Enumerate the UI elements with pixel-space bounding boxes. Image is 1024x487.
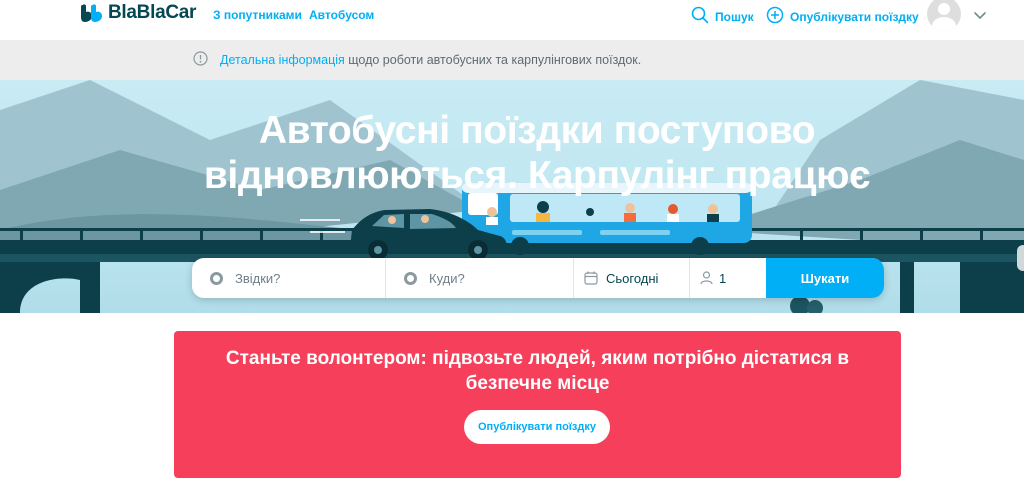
- search-icon: [691, 6, 709, 27]
- date-field[interactable]: Сьогодні: [574, 258, 690, 298]
- nav-link-carpool[interactable]: З попутниками: [213, 8, 302, 22]
- info-icon: [193, 51, 208, 69]
- ride-search-bar: Звідки? Куди? Сьогодні 1 Шукати: [192, 258, 884, 298]
- search-button[interactable]: Шукати: [766, 258, 884, 298]
- location-dot-icon: [210, 271, 223, 285]
- date-value: Сьогодні: [606, 270, 659, 286]
- volunteer-promo-card: Станьте волонтером: підвозьте людей, яки…: [174, 331, 901, 478]
- hero-title-line-2: відновлюються. Карпулінг працює: [203, 154, 871, 197]
- from-placeholder: Звідки?: [235, 270, 281, 286]
- info-text: Детальна інформація щодо роботи автобусн…: [220, 53, 641, 67]
- calendar-icon: [584, 271, 598, 285]
- logo-text: BlaBlaCar: [108, 2, 197, 23]
- info-banner: Детальна інформація щодо роботи автобусн…: [0, 40, 1024, 80]
- hero-title-line-1: Автобусні поїздки поступово: [258, 109, 816, 152]
- publish-ride-label: Опублікувати поїздку: [790, 9, 919, 24]
- to-placeholder: Куди?: [429, 270, 465, 286]
- passengers-field[interactable]: 1: [690, 258, 766, 298]
- logo-icon: [80, 3, 104, 23]
- logo[interactable]: BlaBlaCar: [80, 2, 196, 24]
- hero-title: Автобусні поїздки поступово відновлюютьс…: [0, 108, 1024, 198]
- search-link-label: Пошук: [715, 9, 754, 24]
- plus-circle-icon: [766, 6, 784, 27]
- to-field[interactable]: Куди?: [386, 258, 574, 298]
- avatar-icon[interactable]: [927, 0, 961, 31]
- from-field[interactable]: Звідки?: [192, 258, 386, 298]
- passengers-value: 1: [719, 270, 727, 286]
- publish-ride-link[interactable]: Опублікувати поїздку: [766, 6, 919, 27]
- search-link[interactable]: Пошук: [691, 6, 754, 27]
- chevron-down-icon[interactable]: [974, 8, 986, 26]
- nav-link-bus[interactable]: Автобусом: [309, 8, 374, 22]
- promo-title: Станьте волонтером: підвозьте людей, яки…: [225, 348, 850, 394]
- info-details-link[interactable]: Детальна інформація: [220, 53, 345, 67]
- publish-ride-button[interactable]: Опублікувати поїздку: [464, 410, 610, 444]
- top-navbar: BlaBlaCar З попутниками Автобусом Пошук …: [0, 0, 1024, 40]
- location-dot-icon: [404, 271, 417, 285]
- person-icon: [700, 271, 713, 285]
- info-rest-text: щодо роботи автобусних та карпулінгових …: [344, 53, 642, 67]
